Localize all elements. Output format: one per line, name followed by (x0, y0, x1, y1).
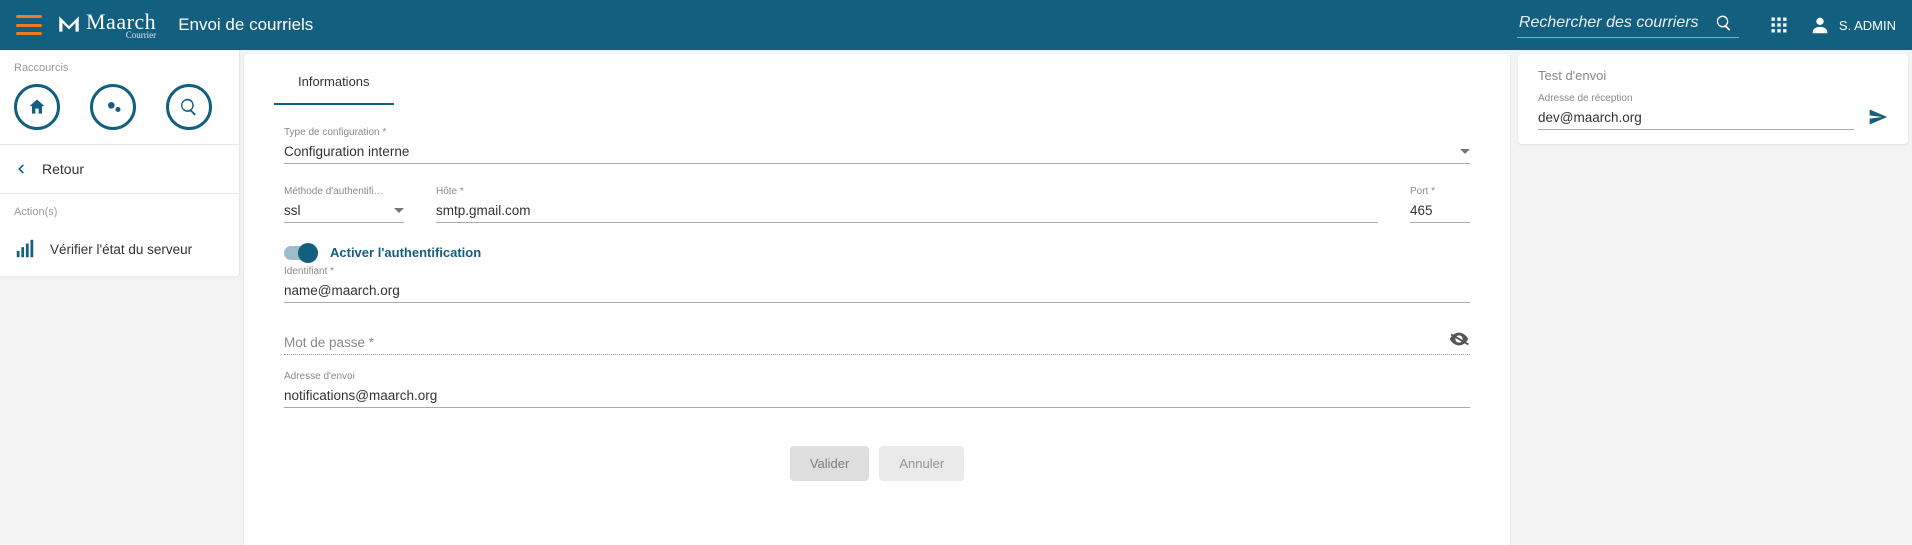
search-icon (1715, 14, 1733, 32)
auth-toggle[interactable] (284, 246, 316, 260)
send-test-button[interactable] (1868, 107, 1888, 130)
identifier-field[interactable]: Identifiant * name@maarch.org (284, 266, 1470, 303)
port-value: 465 (1410, 203, 1433, 218)
send-address-label: Adresse d'envoi (284, 371, 1470, 382)
auth-method-value: ssl (284, 203, 301, 218)
shortcut-admin[interactable] (90, 84, 136, 130)
auth-method-label: Méthode d'authentific… (284, 186, 384, 197)
back-button[interactable]: Retour (0, 145, 239, 193)
chevron-down-icon (394, 208, 404, 213)
topbar: Maarch Courrier Envoi de courriels S. AD… (0, 0, 1912, 50)
user-icon (1809, 14, 1831, 36)
host-field[interactable]: Hôte * smtp.gmail.com (436, 186, 1378, 223)
apps-icon[interactable] (1769, 15, 1789, 35)
gears-icon (103, 97, 123, 117)
recv-address-field[interactable]: Adresse de réception dev@maarch.org (1538, 93, 1854, 130)
password-label: Mot de passe * (284, 335, 374, 350)
port-label: Port * (1410, 186, 1470, 197)
search-input[interactable] (1517, 13, 1707, 33)
test-panel: Test d'envoi Adresse de réception dev@ma… (1518, 54, 1908, 144)
chevron-left-icon (14, 162, 28, 176)
toggle-password-visibility[interactable] (1448, 328, 1470, 353)
send-address-field[interactable]: Adresse d'envoi notifications@maarch.org (284, 371, 1470, 408)
cancel-button[interactable]: Annuler (879, 446, 964, 481)
port-field[interactable]: Port * 465 (1410, 186, 1470, 223)
eye-off-icon (1448, 328, 1470, 350)
recv-address-label: Adresse de réception (1538, 93, 1854, 104)
page-title: Envoi de courriels (178, 15, 313, 35)
sidebar: Raccourcis Retour (0, 50, 240, 276)
send-address-value: notifications@maarch.org (284, 388, 437, 403)
shortcut-search[interactable] (166, 84, 212, 130)
shortcuts-heading: Raccourcis (0, 50, 239, 80)
validate-button[interactable]: Valider (790, 446, 870, 481)
host-label: Hôte * (436, 186, 1378, 197)
app-logo[interactable]: Maarch Courrier (56, 11, 156, 40)
actions-heading: Action(s) (0, 194, 239, 224)
menu-button[interactable] (16, 15, 42, 35)
password-field[interactable]: Mot de passe * (284, 329, 1470, 355)
auth-method-field[interactable]: Méthode d'authentific… ssl (284, 186, 404, 223)
logo-sub-text: Courrier (86, 31, 156, 40)
identifier-value: name@maarch.org (284, 283, 400, 298)
home-icon (27, 97, 47, 117)
identifier-label: Identifiant * (284, 266, 1470, 277)
chevron-down-icon (1460, 149, 1470, 154)
main-panel: Informations Type de configuration * Con… (244, 54, 1510, 545)
test-title: Test d'envoi (1538, 68, 1888, 83)
auth-toggle-label: Activer l'authentification (330, 245, 481, 260)
global-search[interactable] (1517, 13, 1739, 38)
config-type-label: Type de configuration * (284, 127, 1470, 138)
action-check-server[interactable]: Vérifier l'état du serveur (0, 224, 239, 266)
config-type-field[interactable]: Type de configuration * Configuration in… (284, 127, 1470, 164)
shortcut-home[interactable] (14, 84, 60, 130)
config-type-value: Configuration interne (284, 144, 409, 159)
logo-mark-icon (56, 11, 82, 37)
paper-plane-icon (1868, 107, 1888, 127)
host-value: smtp.gmail.com (436, 203, 531, 218)
bar-chart-icon (14, 238, 36, 260)
user-menu[interactable]: S. ADMIN (1809, 14, 1896, 36)
action-label: Vérifier l'état du serveur (50, 242, 192, 257)
back-label: Retour (42, 161, 84, 177)
search-icon (179, 97, 199, 117)
tab-informations[interactable]: Informations (274, 54, 394, 105)
recv-address-value: dev@maarch.org (1538, 110, 1642, 125)
user-name: S. ADMIN (1839, 18, 1896, 33)
